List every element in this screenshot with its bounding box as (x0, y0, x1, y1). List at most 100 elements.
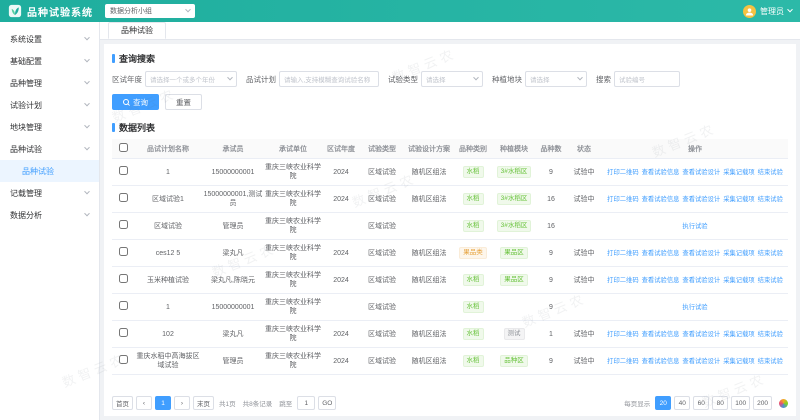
op-link-查看试验信息[interactable]: 查看试验信息 (642, 331, 680, 338)
row-checkbox[interactable] (119, 247, 128, 256)
row-checkbox[interactable] (119, 274, 128, 283)
op-link-执行试验[interactable]: 执行试验 (682, 304, 707, 311)
op-link-采集记载项[interactable]: 采集记载项 (723, 358, 754, 365)
row-checkbox[interactable] (119, 220, 128, 229)
chevron-down-icon (185, 7, 191, 13)
op-link-打印二维码[interactable]: 打印二维码 (607, 250, 638, 257)
cell-operations: 打印二维码查看试验信息查看试验设计采集记载项结束试验 (602, 240, 788, 267)
query-button[interactable]: 查询 (112, 94, 159, 110)
sidebar-item-5[interactable]: 品种试验 (0, 138, 99, 160)
sidebar-item-3[interactable]: 试验计划 (0, 94, 99, 116)
column-header: 种植模块 (492, 139, 536, 159)
user-name[interactable]: 管理员 (760, 6, 784, 17)
op-link-打印二维码[interactable]: 打印二维码 (607, 331, 638, 338)
sidebar-item-8[interactable]: 数据分析 (0, 204, 99, 226)
op-link-查看试验信息[interactable]: 查看试验信息 (642, 277, 680, 284)
column-header: 品种数 (536, 139, 566, 159)
select-3[interactable]: 请选择 (525, 71, 587, 87)
sidebar-item-6-sub[interactable]: 品种试验 (0, 160, 99, 182)
op-link-采集记载项[interactable]: 采集记载项 (723, 277, 754, 284)
op-link-结束试验[interactable]: 结束试验 (758, 196, 783, 203)
page-size-80[interactable]: 80 (712, 396, 728, 410)
page-size-100[interactable]: 100 (731, 396, 750, 410)
page-size-20[interactable]: 20 (655, 396, 671, 410)
op-link-查看试验信息[interactable]: 查看试验信息 (642, 169, 680, 176)
cell-design: 随机区组法 (404, 240, 454, 267)
brand-logo-icon (779, 399, 788, 408)
op-link-结束试验[interactable]: 结束试验 (758, 331, 783, 338)
input-1[interactable]: 请输入,支持模糊查询试验名称 (279, 71, 379, 87)
op-link-采集记载项[interactable]: 采集记载项 (723, 169, 754, 176)
op-link-打印二维码[interactable]: 打印二维码 (607, 169, 638, 176)
page-size-200[interactable]: 200 (753, 396, 772, 410)
list-title-text: 数据列表 (119, 121, 155, 134)
op-link-查看试验设计[interactable]: 查看试验设计 (682, 277, 720, 284)
last-page-button[interactable]: 末页 (193, 396, 214, 410)
op-link-结束试验[interactable]: 结束试验 (758, 358, 783, 365)
group-select[interactable]: 数据分析小组 (105, 4, 195, 18)
cell-category: 水稻 (454, 321, 492, 348)
user-avatar[interactable] (743, 5, 756, 18)
op-link-查看试验信息[interactable]: 查看试验信息 (642, 358, 680, 365)
row-checkbox[interactable] (119, 193, 128, 202)
cell-year: 2024 (322, 267, 360, 294)
reset-button[interactable]: 重置 (165, 94, 202, 110)
column-header: 品种类别 (454, 139, 492, 159)
op-link-采集记载项[interactable]: 采集记载项 (723, 196, 754, 203)
next-page-button[interactable]: › (174, 396, 190, 410)
page-size-40[interactable]: 40 (674, 396, 690, 410)
select-0[interactable]: 请选择一个或多个年份 (145, 71, 237, 87)
op-link-查看试验信息[interactable]: 查看试验信息 (642, 250, 680, 257)
reset-button-label: 重置 (176, 97, 191, 108)
sidebar-item-2[interactable]: 品种管理 (0, 72, 99, 94)
op-link-查看试验设计[interactable]: 查看试验设计 (682, 331, 720, 338)
search-form: 区试年度请选择一个或多个年份品试计划请输入,支持模糊查询试验名称试验类型请选择种… (112, 71, 788, 87)
op-link-执行试验[interactable]: 执行试验 (682, 223, 707, 230)
field-label: 试验类型 (388, 74, 418, 85)
op-link-采集记载项[interactable]: 采集记载项 (723, 250, 754, 257)
op-link-打印二维码[interactable]: 打印二维码 (607, 277, 638, 284)
op-link-查看试验信息[interactable]: 查看试验信息 (642, 196, 680, 203)
op-link-结束试验[interactable]: 结束试验 (758, 277, 783, 284)
page-number-1[interactable]: 1 (155, 396, 171, 410)
row-checkbox[interactable] (119, 328, 128, 337)
op-link-查看试验设计[interactable]: 查看试验设计 (682, 169, 720, 176)
op-link-查看试验设计[interactable]: 查看试验设计 (682, 250, 720, 257)
select-2[interactable]: 请选择 (421, 71, 483, 87)
placeholder-text: 请选择 (426, 74, 446, 84)
go-button[interactable]: GO (318, 396, 336, 410)
row-checkbox[interactable] (119, 166, 128, 175)
sidebar-item-label: 试验计划 (10, 100, 42, 111)
cell-status (566, 294, 602, 321)
page-size-60[interactable]: 60 (693, 396, 709, 410)
sidebar-item-1[interactable]: 基础配置 (0, 50, 99, 72)
sidebar-item-7[interactable]: 记载管理 (0, 182, 99, 204)
sidebar-item-label: 品种试验 (22, 166, 54, 177)
row-checkbox[interactable] (119, 355, 128, 364)
input-4[interactable]: 试验编号 (614, 71, 680, 87)
select-all-checkbox[interactable] (119, 143, 128, 152)
op-link-结束试验[interactable]: 结束试验 (758, 250, 783, 257)
table-row: 115000000001重庆三峡农业科学院2024区域试验随机区组法水稻3#水稻… (112, 159, 788, 186)
row-checkbox[interactable] (119, 301, 128, 310)
op-link-打印二维码[interactable]: 打印二维码 (607, 358, 638, 365)
placeholder-text: 试验编号 (619, 74, 645, 84)
sidebar-item-0[interactable]: 系统设置 (0, 28, 99, 50)
cell-module: 测试 (492, 321, 536, 348)
cell-status: 试验中 (566, 321, 602, 348)
prev-page-button[interactable]: ‹ (136, 396, 152, 410)
op-link-打印二维码[interactable]: 打印二维码 (607, 196, 638, 203)
table-row: 115000000001重庆三峡农业科学院区域试验水稻9执行试验 (112, 294, 788, 321)
cell-type: 区域试验 (360, 294, 404, 321)
cell-tester: 15000000001 (202, 294, 264, 321)
tab-variety-test[interactable]: 品种试验 (108, 22, 166, 39)
op-link-查看试验设计[interactable]: 查看试验设计 (682, 196, 720, 203)
op-link-查看试验设计[interactable]: 查看试验设计 (682, 358, 720, 365)
op-link-采集记载项[interactable]: 采集记载项 (723, 331, 754, 338)
sidebar-item-4[interactable]: 地块管理 (0, 116, 99, 138)
cell-design: 随机区组法 (404, 321, 454, 348)
cell-count: 16 (536, 213, 566, 240)
jump-page-input[interactable] (297, 396, 315, 410)
first-page-button[interactable]: 首页 (112, 396, 133, 410)
op-link-结束试验[interactable]: 结束试验 (758, 169, 783, 176)
